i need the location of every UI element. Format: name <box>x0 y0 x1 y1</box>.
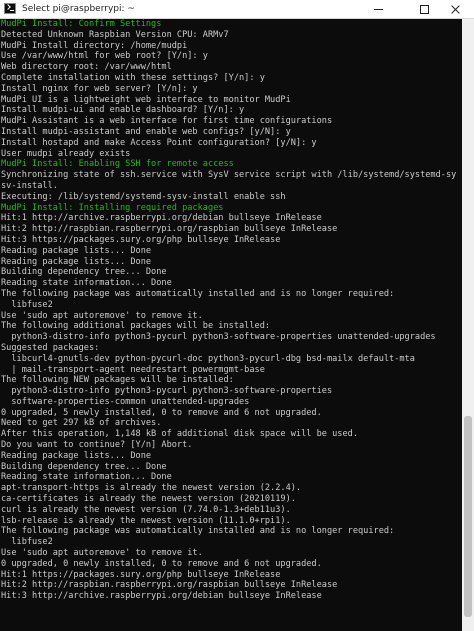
console-line: Install mudpi-assistant and enable web c… <box>1 126 291 137</box>
close-icon[interactable] <box>436 0 474 19</box>
console-line: Suggested packages: <box>1 342 100 353</box>
console-line: Hit:1 https://packages.sury.org/php bull… <box>1 569 281 580</box>
scrollbar-thumb[interactable] <box>464 416 472 617</box>
console-line: Reading package lists... Done <box>1 256 152 267</box>
console-line: Hit:2 http://raspbian.raspberrypi.org/ra… <box>1 580 338 591</box>
terminal-window: Select pi@raspberrypi: ~ MudPi Install: … <box>0 0 474 631</box>
console-line: | mail-transport-agent needrestart power… <box>1 364 265 375</box>
console-line: Do you want to continue? [Y/n] Abort. <box>1 440 193 451</box>
console-lines: MudPi Install: Confirm Settings Detected … <box>0 19 462 602</box>
console-line: Reading state information... Done <box>1 278 172 289</box>
console-line: python3-distro-info python3-pycurl pytho… <box>1 332 436 343</box>
console-line: libcurl4-gnutls-dev python-pycurl-doc py… <box>1 353 415 364</box>
minimize-icon[interactable] <box>358 0 398 19</box>
console-line: Use 'sudo apt autoremove' to remove it. <box>1 310 203 321</box>
console-line: User mudpi already exists <box>1 148 131 159</box>
maximize-icon[interactable] <box>400 0 440 19</box>
console-line: MudPi Assistant is a web interface for f… <box>1 116 333 127</box>
console-line: Synchronizing state of ssh.service with … <box>1 170 457 181</box>
console-line: sv-install. <box>1 180 58 191</box>
console-line: Reading package lists... Done <box>1 245 152 256</box>
vertical-scrollbar[interactable] <box>462 19 474 631</box>
console-line: The following package was automatically … <box>1 288 395 299</box>
console-line: software-properties-common unattended-up… <box>1 396 250 407</box>
console-line: libfuse2 <box>1 537 53 548</box>
console-line: Building dependency tree... Done <box>1 267 167 278</box>
terminal-icon[interactable] <box>4 3 16 14</box>
console-line: After this operation, 1,148 kB of additi… <box>1 429 358 440</box>
console-line: ca-certificates is already the newest ve… <box>1 494 296 505</box>
console-line: curl is already the newest version (7.74… <box>1 504 291 515</box>
console-line: MudPi Install: Enabling SSH for remote a… <box>1 159 234 170</box>
console-line: Hit:3 https://packages.sury.org/php bull… <box>1 234 281 245</box>
console-line: Install mudpi-ui and enable dashboard? [… <box>1 105 245 116</box>
console-line: MudPi UI is a lightweight web interface … <box>1 94 291 105</box>
console-line: The following NEW packages will be insta… <box>1 375 234 386</box>
console-line: Use 'sudo apt autoremove' to remove it. <box>1 548 203 559</box>
console-line: Install hostapd and make Access Point co… <box>1 137 317 148</box>
console-line: Hit:2 http://raspbian.raspberrypi.org/ra… <box>1 224 338 235</box>
console-output[interactable]: MudPi Install: Confirm Settings Detected … <box>0 19 462 631</box>
title-bar[interactable]: Select pi@raspberrypi: ~ <box>0 0 474 19</box>
console-line: apt-transport-https is already the newes… <box>1 483 302 494</box>
console-line: MudPi Install directory: /home/mudpi <box>1 40 188 51</box>
console-line: The following additional packages will b… <box>1 321 271 332</box>
console-line: Building dependency tree... Done <box>1 461 167 472</box>
console-line: Need to get 297 kB of archives. <box>1 418 162 429</box>
console-line: Web directory root: /var/www/html <box>1 62 172 73</box>
console-line: Reading state information... Done <box>1 472 172 483</box>
console-line: Detected Unknown Raspbian Version CPU: A… <box>1 29 229 40</box>
window-title: Select pi@raspberrypi: ~ <box>22 4 135 14</box>
console-line: Install nginx for web server? [Y/n]: y <box>1 83 198 94</box>
console-line: Reading package lists... Done <box>1 450 152 461</box>
console-line: MudPi Install: Installing required packa… <box>1 202 224 213</box>
console-line: Executing: /lib/systemd/systemd-sysv-ins… <box>1 191 286 202</box>
console-line: Hit:1 http://archive.raspberrypi.org/deb… <box>1 213 322 224</box>
console-line: libfuse2 <box>1 299 53 310</box>
console-line: Hit:3 http://archive.raspberrypi.org/deb… <box>1 591 322 602</box>
console-line: The following package was automatically … <box>1 526 395 537</box>
console-line: python3-distro-info python3-pycurl pytho… <box>1 386 333 397</box>
console-line: Use /var/www/html for web root? [Y/n]: y <box>1 51 208 62</box>
console-line: 0 upgraded, 0 newly installed, 0 to remo… <box>1 558 322 569</box>
console-line: Complete installation with these setting… <box>1 72 265 83</box>
console-line: 0 upgraded, 5 newly installed, 0 to remo… <box>1 407 322 418</box>
console-line: lsb-release is already the newest versio… <box>1 515 291 526</box>
console-line: MudPi Install: Confirm Settings <box>1 19 162 29</box>
